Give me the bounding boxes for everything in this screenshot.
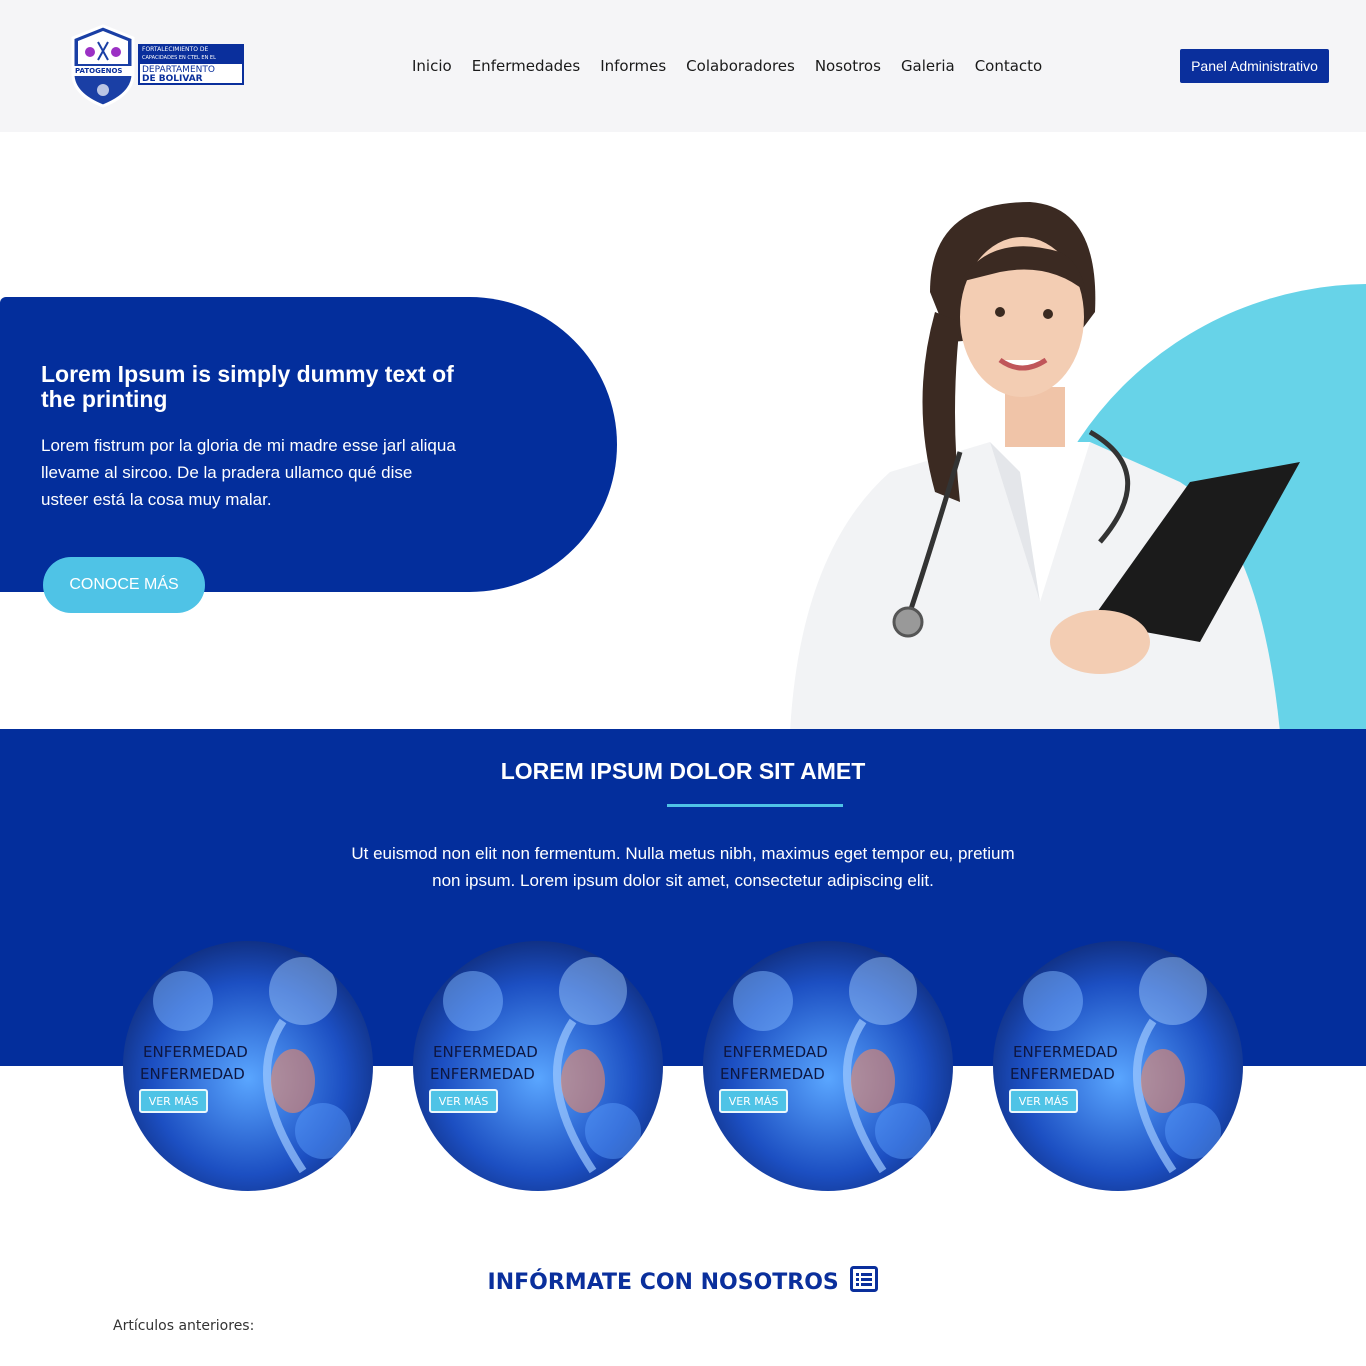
hero-title: Lorem Ipsum is simply dummy text of the …: [41, 361, 454, 412]
card-label-secondary: ENFERMEDAD: [1010, 1065, 1115, 1083]
learn-more-button[interactable]: CONOCE MÁS: [43, 557, 205, 613]
inform-section-title: INFÓRMATE CON NOSOTROS: [0, 1266, 1366, 1298]
section-text: Ut euismod non elit non fermentum. Nulla…: [351, 844, 1015, 890]
inform-title-text: INFÓRMATE CON NOSOTROS: [487, 1270, 839, 1295]
logo-line4: DE BOLIVAR: [142, 74, 203, 84]
card-label-primary: ENFERMEDAD: [143, 1043, 248, 1061]
logo-brand-text: PATOGENOS: [75, 67, 123, 75]
nav-informes[interactable]: Informes: [590, 56, 676, 76]
card-label-secondary: ENFERMEDAD: [430, 1065, 535, 1083]
card-label-primary: ENFERMEDAD: [1013, 1043, 1118, 1061]
doctor-illustration-icon: [790, 202, 1300, 729]
site-header: PATOGENOS FORTALECIMIENTO DE CAPACIDADES…: [0, 0, 1366, 132]
card-label-secondary: ENFERMEDAD: [720, 1065, 825, 1083]
card-label-secondary: ENFERMEDAD: [140, 1065, 245, 1083]
previous-articles-label: Artículos anteriores:: [113, 1318, 255, 1334]
nav-nosotros[interactable]: Nosotros: [805, 56, 891, 76]
disease-card[interactable]: ENFERMEDAD ENFERMEDAD VER MÁS: [703, 941, 953, 1191]
admin-panel-button[interactable]: Panel Administrativo: [1180, 49, 1329, 83]
section-title: LOREM IPSUM DOLOR SIT AMET: [500, 758, 866, 784]
nav-galeria[interactable]: Galeria: [891, 56, 965, 76]
logo-line1: FORTALECIMIENTO DE: [142, 46, 209, 53]
card-label-primary: ENFERMEDAD: [723, 1043, 828, 1061]
nav-colaboradores[interactable]: Colaboradores: [676, 56, 805, 76]
site-logo[interactable]: PATOGENOS FORTALECIMIENTO DE CAPACIDADES…: [70, 24, 246, 108]
hero-text: Lorem fistrum por la gloria de mi madre …: [41, 436, 456, 509]
disease-card[interactable]: ENFERMEDAD ENFERMEDAD VER MÁS: [993, 941, 1243, 1191]
card-see-more-button[interactable]: VER MÁS: [429, 1089, 498, 1113]
disease-card[interactable]: ENFERMEDAD ENFERMEDAD VER MÁS: [413, 941, 663, 1191]
card-label-primary: ENFERMEDAD: [433, 1043, 538, 1061]
card-see-more-button[interactable]: VER MÁS: [1009, 1089, 1078, 1113]
nav-enfermedades[interactable]: Enfermedades: [462, 56, 591, 76]
section-divider: [667, 804, 843, 807]
card-see-more-button[interactable]: VER MÁS: [719, 1089, 788, 1113]
list-icon: [850, 1266, 879, 1298]
logo-line2: CAPACIDADES EN CTEL EN EL: [142, 55, 216, 61]
nav-contacto[interactable]: Contacto: [965, 56, 1053, 76]
card-see-more-button[interactable]: VER MÁS: [139, 1089, 208, 1113]
nav-inicio[interactable]: Inicio: [402, 56, 462, 76]
disease-card[interactable]: ENFERMEDAD ENFERMEDAD VER MÁS: [123, 941, 373, 1191]
main-nav: Inicio Enfermedades Informes Colaborador…: [402, 56, 1052, 76]
